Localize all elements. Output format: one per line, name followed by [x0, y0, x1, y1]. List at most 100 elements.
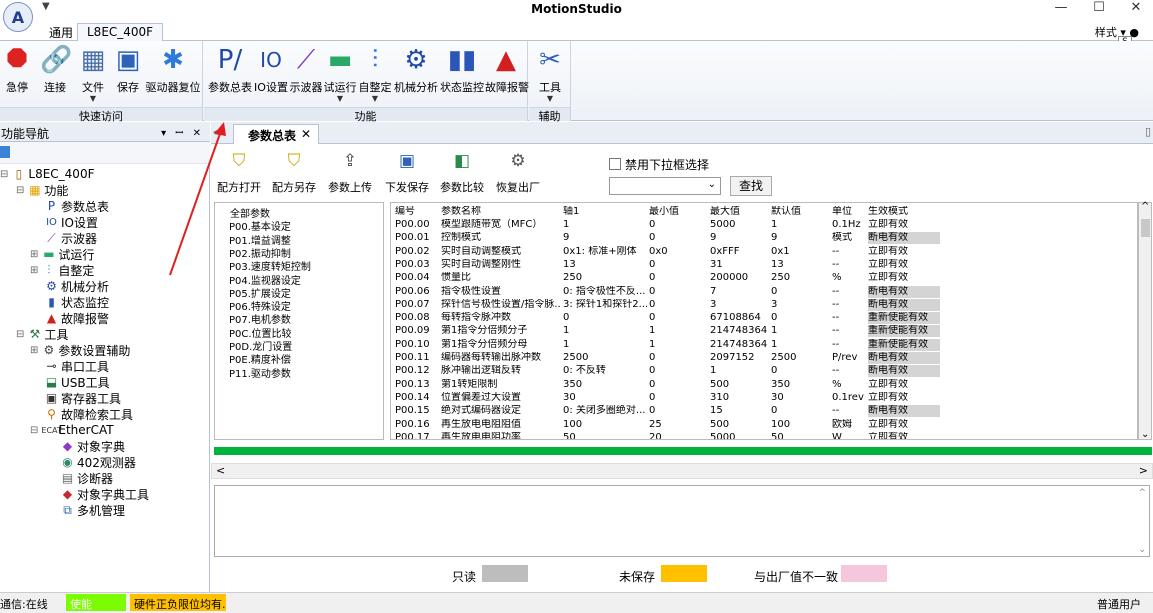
table-row[interactable]: P00.02 实时自动调整模式 0x1: 标准+刚体 0x0 0xFFF 0x1 -- 立即有… [391, 246, 1137, 258]
recipe-save-as-button[interactable]: ⛉ 配方另存 [271, 150, 317, 195]
expand-icon[interactable]: ⊞ [30, 265, 38, 276]
param-compare-button[interactable]: ◧ 参数比较 [440, 150, 484, 195]
table-row[interactable]: P00.12 脉冲输出逻辑反转 0: 不反转 0 1 0 -- 断电有效 [391, 365, 1137, 378]
table-cell[interactable]: 0x1: 标准+刚体 [563, 246, 647, 258]
tree-item-device[interactable]: ⊟ ▯ L8EC_400F [0, 166, 94, 182]
tree-item-402-observer[interactable]: ◉ 402观测器 [60, 454, 136, 470]
table-cell[interactable]: 1 [563, 339, 647, 351]
table-cell[interactable]: 1 [563, 325, 647, 337]
search-select[interactable]: ⌄ [609, 177, 721, 195]
tree-item-trial-run[interactable]: ⊞ ▬ 试运行 [30, 246, 94, 262]
table-vertical-scrollbar[interactable]: ^ ⌄ [1138, 201, 1152, 440]
tab-list-icon[interactable]: ▯ [1145, 125, 1151, 138]
collapse-icon[interactable]: ⊟ [16, 185, 24, 196]
table-cell[interactable]: 50 [563, 432, 647, 439]
find-button[interactable]: 查找 [730, 176, 772, 196]
tree-item-auto-tune[interactable]: ⊞ ⫶ 自整定 [30, 262, 94, 278]
tree-item-status-monitor[interactable]: ▮ 状态监控 [44, 294, 109, 310]
ribbon-tab-l8ec[interactable]: L8EC_400F [77, 23, 164, 41]
tree-item-fault-search[interactable]: ⚲ 故障检索工具 [44, 406, 133, 422]
nav-panel-controls[interactable]: ▾ ꟷ ✕ [161, 125, 204, 139]
download-save-button[interactable]: ▣ 下发保存 [385, 150, 429, 195]
tools-button[interactable]: ✂ 工具 ▼ [534, 44, 566, 103]
factory-reset-button[interactable]: ⚙ 恢复出厂 [496, 150, 540, 195]
log-scroll-up-icon[interactable]: ^ [1138, 488, 1146, 498]
table-cell[interactable]: 0: 关闭多圈绝对... [563, 405, 647, 417]
table-row[interactable]: P00.03 实时自动调整刚性 13 0 31 13 -- 立即有效 [391, 259, 1137, 271]
tree-item-ethercat[interactable]: ⊟ ECAT EtherCAT [30, 422, 114, 438]
scroll-thumb[interactable] [1141, 219, 1150, 237]
table-row[interactable]: P00.09 第1指令分倍频分子 1 1 2147483647 1 -- 重新使能有效 [391, 325, 1137, 338]
table-row[interactable]: P00.11 编码器每转输出脉冲数 2500 0 2097152 2500 P/rev 断电有… [391, 352, 1137, 364]
tree-item-serial-tool[interactable]: ⊸ 串口工具 [44, 358, 109, 374]
maximize-button[interactable]: ☐ [1081, 0, 1117, 18]
table-row[interactable]: P00.00 模型跟随带宽（MFC） 1 0 5000 1 0.1Hz 立即有效 [391, 219, 1137, 231]
recipe-open-button[interactable]: ⛉ 配方打开 [216, 150, 262, 195]
table-cell[interactable]: 100 [563, 419, 647, 431]
close-button[interactable]: ✕ [1118, 0, 1153, 18]
table-cell[interactable]: 13 [563, 259, 647, 271]
table-row[interactable]: P00.13 第1转矩限制 350 0 500 350% 立即有效 [391, 379, 1137, 391]
param-upload-button[interactable]: ⇪ 参数上传 [328, 150, 372, 195]
tree-item-diagnostics[interactable]: ▤ 诊断器 [60, 470, 113, 486]
save-button[interactable]: ▣ 保存 [113, 44, 143, 95]
status-monitor-button[interactable]: ▮▮ 状态监控 [439, 44, 485, 95]
tree-item-param-assist[interactable]: ⊞ ⚙ 参数设置辅助 [30, 342, 130, 358]
param-overview-button[interactable]: P∕ 参数总表 [207, 44, 253, 95]
expand-icon[interactable]: ⊞ [30, 249, 38, 260]
category-item[interactable]: P11.驱动参数 [229, 365, 291, 380]
table-cell[interactable]: 350 [563, 379, 647, 391]
table-row[interactable]: P00.07 探针信号极性设置/指令脉... 3: 探针1和探针2... 0 3 3 -- 断… [391, 298, 1137, 311]
horizontal-scrollbar[interactable]: < > [211, 463, 1153, 479]
table-row[interactable]: P00.01 控制模式 9 0 9 9 模式 断电有效 [391, 232, 1137, 245]
tab-scroll-left-icon[interactable]: ◂ [213, 125, 219, 138]
file-button[interactable]: ▦ 文件 ▼ [78, 44, 108, 103]
tree-item-multi-machine[interactable]: ⧉ 多机管理 [60, 502, 125, 518]
table-cell[interactable]: 2500 [563, 352, 647, 364]
io-settings-button[interactable]: IO IO设置 [253, 44, 289, 95]
estop-button[interactable]: ⯃ 急停 [2, 44, 32, 95]
message-log[interactable]: ^ ⌄ [214, 485, 1150, 557]
grid-view-icon[interactable] [0, 146, 10, 158]
fault-alarm-button[interactable]: ▲ 故障报警 [485, 44, 529, 95]
tree-item-object-dict[interactable]: ◆ 对象字典 [60, 438, 125, 454]
expand-icon[interactable]: ⊞ [30, 345, 38, 356]
tree-item-functions[interactable]: ⊟ ▦ 功能 [16, 182, 68, 198]
trial-run-button[interactable]: ▬ 试运行 ▼ [323, 44, 357, 103]
minimize-button[interactable]: — [1043, 0, 1079, 18]
tree-item-io-settings[interactable]: IO IO设置 [44, 214, 98, 230]
table-cell[interactable]: 9 [563, 232, 647, 244]
collapse-icon[interactable]: ⊟ [16, 329, 24, 340]
table-row[interactable]: P00.14 位置偏差过大设置 30 0 310 30 0.1rev 立即有效 [391, 392, 1137, 404]
disable-dropdown-checkbox[interactable] [609, 158, 621, 170]
tree-item-tools[interactable]: ⊟ ⚒ 工具 [16, 326, 68, 342]
drive-reset-button[interactable]: ✱ 驱动器复位 [145, 44, 201, 95]
tree-item-register-tool[interactable]: ▣ 寄存器工具 [44, 390, 121, 406]
log-scroll-down-icon[interactable]: ⌄ [1138, 545, 1146, 555]
quick-access-dropdown-icon[interactable]: ▼ [42, 1, 50, 12]
table-row[interactable]: P00.17 再生放电电阻功率 50 20 5000 50 W 立即有效 [391, 432, 1137, 439]
scroll-down-icon[interactable]: ⌄ [1141, 429, 1149, 440]
table-row[interactable]: P00.15 绝对式编码器设定 0: 关闭多圈绝对... 0 15 0 -- 断电有效 [391, 405, 1137, 418]
scroll-left-icon[interactable]: < [216, 464, 225, 477]
table-row[interactable]: P00.04 惯量比 250 0 200000 250% 立即有效 [391, 272, 1137, 284]
app-logo[interactable]: A [3, 2, 33, 32]
tree-item-usb-tool[interactable]: ⬓ USB工具 [44, 374, 110, 390]
style-menu[interactable]: 样式 ▾ ● [1095, 24, 1139, 40]
tree-item-fault-alarm[interactable]: ▲ 故障报警 [44, 310, 109, 326]
mech-analysis-button[interactable]: ⚙ 机械分析 [393, 44, 439, 95]
ribbon-tab-general[interactable]: 通用 [40, 23, 82, 41]
collapse-icon[interactable]: ⊟ [0, 169, 8, 180]
table-row[interactable]: P00.06 指令极性设置 0: 指令极性不反... 0 7 0 -- 断电有效 [391, 285, 1137, 298]
table-cell[interactable]: 30 [563, 392, 647, 404]
scroll-up-icon[interactable]: ^ [1141, 201, 1149, 212]
table-row[interactable]: P00.08 每转指令脉冲数 0 0 67108864 0 -- 重新使能有效 [391, 312, 1137, 325]
tree-item-param-overview[interactable]: P 参数总表 [44, 198, 109, 214]
table-cell[interactable]: 1 [563, 219, 647, 231]
tree-item-oscilloscope[interactable]: ⟋ 示波器 [44, 230, 97, 246]
table-row[interactable]: P00.10 第1指令分倍频分母 1 1 2147483647 1 -- 重新使能有效 [391, 338, 1137, 351]
table-cell[interactable]: 0: 不反转 [563, 365, 647, 377]
table-cell[interactable]: 250 [563, 272, 647, 284]
close-tab-icon[interactable]: ✕ [301, 127, 311, 141]
table-row[interactable]: P00.16 再生放电电阻阻值 100 25 500 100 欧姆 立即有效 [391, 419, 1137, 431]
